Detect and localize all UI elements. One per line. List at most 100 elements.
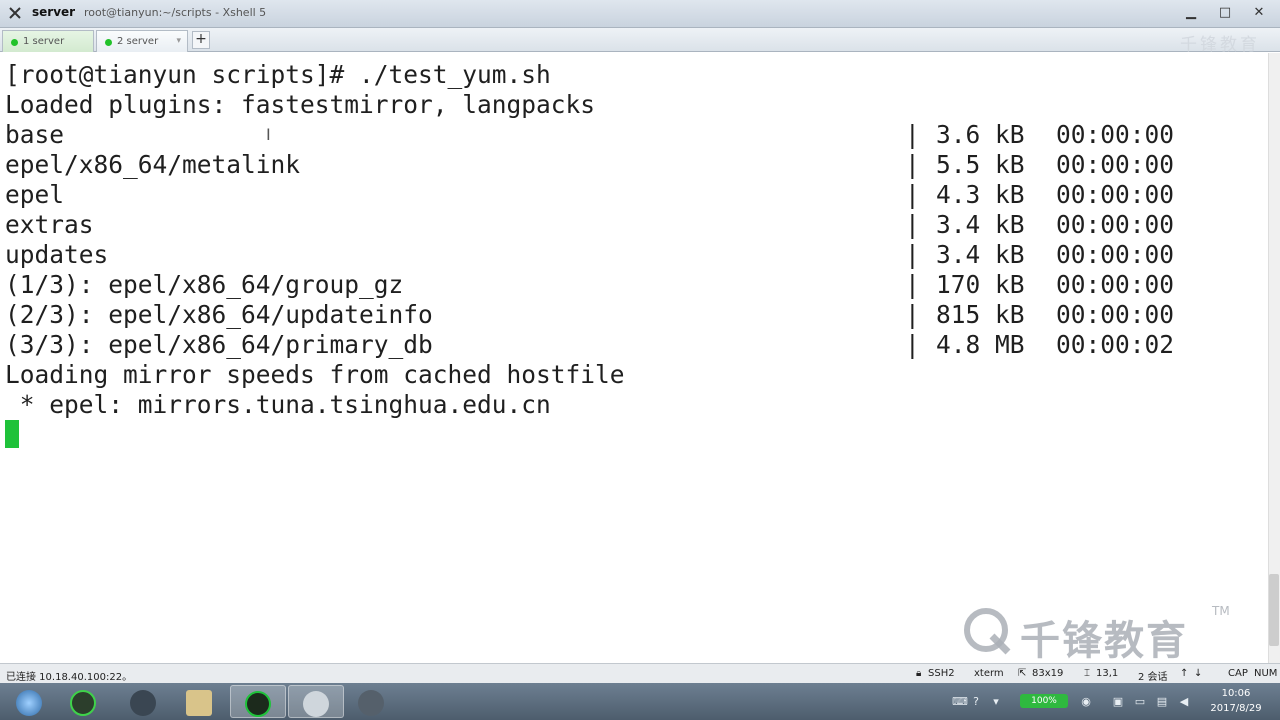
repo-name: (3/3): epel/x86_64/primary_db [5, 330, 433, 359]
caps-lock-status: CAP [1228, 668, 1248, 679]
taskbar-xshell[interactable] [230, 685, 286, 718]
lock-icon: 🔒︎ [916, 668, 922, 679]
tab-label: 2 server [117, 36, 159, 47]
tab-server-1[interactable]: 1 server [2, 30, 94, 52]
minimize-icon[interactable]: ▁ [1180, 4, 1202, 22]
tray-app-icon[interactable]: ◉ [1080, 696, 1092, 708]
qianfeng-logo-icon [964, 608, 1011, 655]
terminal-cursor [5, 420, 19, 448]
repo-name: base [5, 120, 65, 149]
window-title: root@tianyun:~/scripts - Xshell 5 [84, 6, 267, 19]
tab-label: 1 server [23, 36, 65, 47]
connected-status-icon [11, 39, 18, 46]
folder-icon [186, 690, 212, 716]
repo-download-size: 3.4 kB [936, 240, 1025, 269]
repo-download-time: 00:00:00 [1056, 210, 1175, 239]
repo-download-size: 815 kB [936, 300, 1025, 329]
column-separator: | [905, 240, 920, 269]
plugins-line: Loaded plugins: fastestmirror, langpacks [5, 90, 596, 119]
network-icon[interactable]: ▤ [1156, 696, 1168, 708]
app-icon [70, 690, 96, 716]
watermark-tm: TM [1212, 604, 1230, 618]
tray-expand-icon[interactable]: ▾ [990, 696, 1002, 708]
tab-server-2[interactable]: 2 server ▾ [96, 30, 188, 52]
watermark-text: 千锋教育 [1020, 618, 1188, 664]
repo-name: epel [5, 180, 65, 209]
close-icon[interactable]: ✕ [1248, 4, 1270, 22]
repo-download-size: 5.5 kB [936, 150, 1025, 179]
connected-status-icon [105, 39, 112, 46]
taskbar-app-5[interactable] [288, 685, 344, 718]
repo-name: extras [5, 210, 94, 239]
column-separator: | [905, 210, 920, 239]
repo-download-time: 00:00:00 [1056, 300, 1175, 329]
column-separator: | [905, 150, 920, 179]
terminal-type-status: xterm [974, 668, 1004, 679]
connection-status: 已连接 10.18.40.100:22。 [6, 672, 133, 683]
cursor-position-icon: ⌶ [1084, 668, 1090, 679]
repo-name: (1/3): epel/x86_64/group_gz [5, 270, 404, 299]
xshell-app-icon[interactable] [8, 6, 22, 20]
scrollbar-thumb[interactable] [1269, 574, 1279, 646]
resize-icon: ⇱ [1018, 668, 1027, 679]
epel-mirror-line: * epel: mirrors.tuna.tsinghua.edu.cn [5, 390, 551, 419]
taskbar-file-explorer[interactable] [172, 685, 228, 718]
scroll-down-icon[interactable]: ↓ [1194, 668, 1202, 679]
tray-clock[interactable]: 10:06 2017/8/29 [1206, 686, 1266, 716]
start-button[interactable] [2, 685, 58, 718]
repo-name: updates [5, 240, 109, 269]
volume-icon[interactable]: ◀ [1178, 696, 1190, 708]
text-cursor-icon: I [266, 125, 271, 144]
cursor-position-status: 13,1 [1096, 668, 1119, 679]
repo-download-size: 3.4 kB [936, 210, 1025, 239]
faint-brand-watermark: 千锋教育 [1180, 35, 1260, 55]
num-lock-status: NUM [1254, 668, 1278, 679]
scroll-up-icon[interactable]: ↑ [1180, 668, 1188, 679]
repo-download-time: 00:00:00 [1056, 240, 1175, 269]
maximize-icon[interactable]: □ [1214, 4, 1236, 22]
add-tab-button[interactable]: + [192, 31, 210, 49]
session-tab-bar: 1 server 2 server ▾ + 千锋教育 [0, 28, 1280, 55]
window-session-name: server [32, 5, 76, 19]
repo-download-time: 00:00:02 [1056, 330, 1175, 359]
repo-download-time: 00:00:00 [1056, 180, 1175, 209]
keyboard-icon[interactable]: ⌨ [952, 696, 968, 708]
app-icon [303, 691, 329, 717]
repo-download-size: 3.6 kB [936, 120, 1025, 149]
windows-start-icon [16, 690, 42, 716]
app-icon [358, 690, 384, 716]
help-icon[interactable]: ? [970, 696, 982, 708]
terminal-size-status: 83x19 [1032, 668, 1064, 679]
repo-download-size: 4.8 MB [936, 330, 1025, 359]
taskbar-app-2[interactable] [116, 685, 172, 718]
xshell-icon [245, 691, 271, 717]
repo-download-size: 170 kB [936, 270, 1025, 299]
column-separator: | [905, 270, 920, 299]
monitor-icon[interactable]: ▭ [1134, 696, 1146, 708]
repo-download-size: 4.3 kB [936, 180, 1025, 209]
windows-taskbar: ⌨ ? ▾ 100% ◉ ▣ ▭ ▤ ◀ 10:06 2017/8/29 [0, 683, 1280, 720]
column-separator: | [905, 120, 920, 149]
protocol-status: SSH2 [928, 668, 955, 679]
network-speed-indicator[interactable]: 100% [1020, 694, 1068, 708]
repo-name: (2/3): epel/x86_64/updateinfo [5, 300, 433, 329]
clock-time: 10:06 [1221, 688, 1251, 699]
taskbar-app-1[interactable] [56, 685, 112, 718]
terminal-scrollbar[interactable] [1268, 53, 1280, 663]
column-separator: | [905, 180, 920, 209]
repo-download-time: 00:00:00 [1056, 270, 1175, 299]
repo-download-time: 00:00:00 [1056, 150, 1175, 179]
command-prompt-line: [root@tianyun scripts]# ./test_yum.sh [5, 60, 551, 89]
status-bar: 已连接 10.18.40.100:22。 🔒︎ SSH2 xterm ⇱ 83x… [0, 663, 1280, 683]
repo-download-time: 00:00:00 [1056, 120, 1175, 149]
app-icon [130, 690, 156, 716]
clock-date: 2017/8/29 [1210, 703, 1262, 714]
tab-close-icon[interactable]: ▾ [176, 36, 181, 46]
window-icon[interactable]: ▣ [1112, 696, 1124, 708]
title-bar: server root@tianyun:~/scripts - Xshell 5… [0, 0, 1280, 28]
terminal-output[interactable]: [root@tianyun scripts]# ./test_yum.sh Lo… [0, 53, 1268, 663]
repo-name: epel/x86_64/metalink [5, 150, 301, 179]
taskbar-app-6[interactable] [344, 685, 400, 718]
column-separator: | [905, 300, 920, 329]
session-count-status: 2 会话 [1138, 672, 1168, 683]
